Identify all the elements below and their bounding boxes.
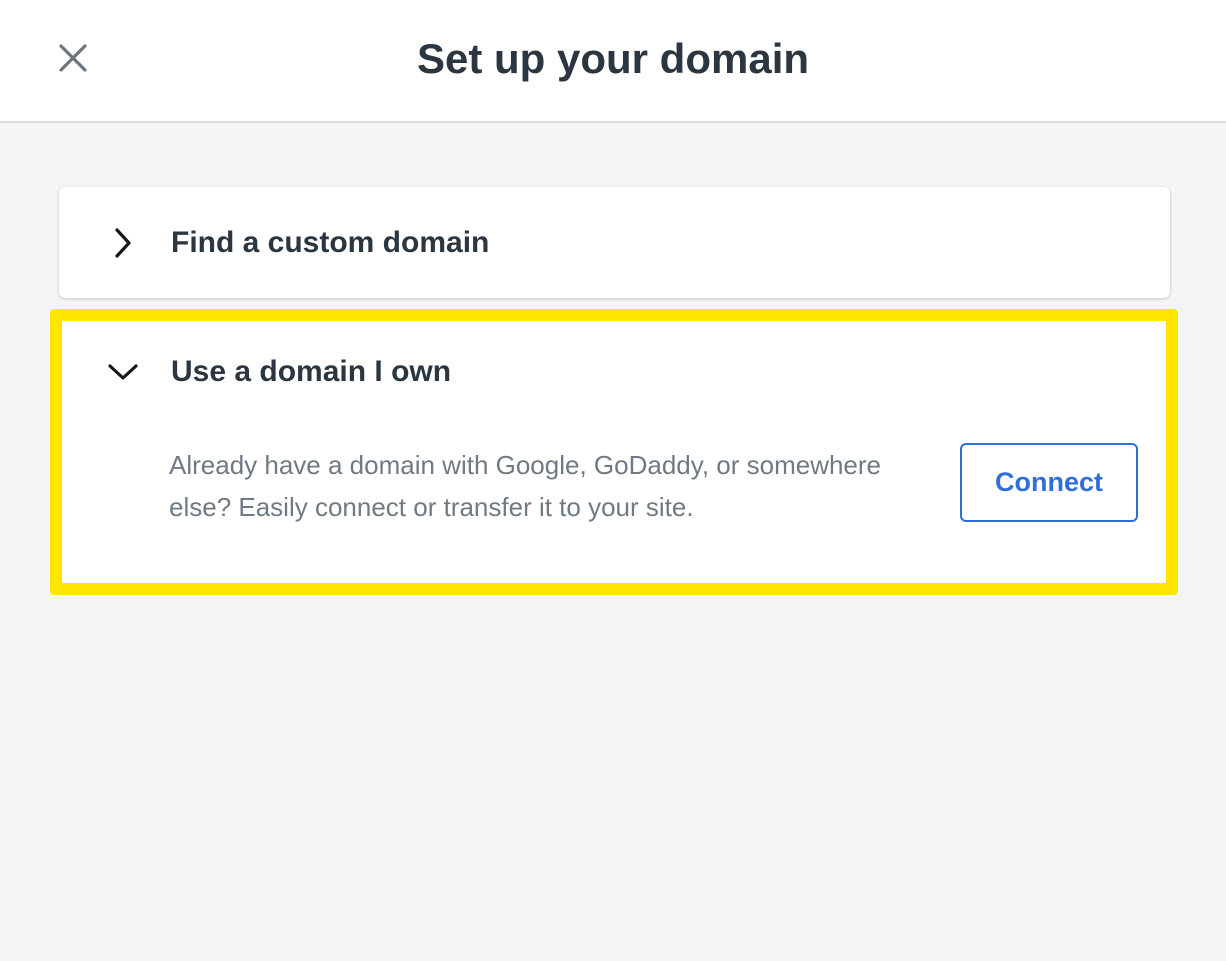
accordion-header-find-custom-domain[interactable]: Find a custom domain — [59, 187, 1170, 298]
page-title: Set up your domain — [416, 35, 810, 82]
connect-button[interactable]: Connect — [960, 443, 1138, 522]
accordion-header-use-own-domain[interactable]: Use a domain I own — [59, 320, 1170, 424]
modal-header: Set up your domain — [0, 0, 1226, 123]
accordion-item-use-own-domain: Use a domain I own Already have a domain… — [59, 320, 1170, 582]
accordion-title: Use a domain I own — [171, 355, 452, 388]
chevron-down-icon — [103, 352, 143, 392]
accordion-title: Find a custom domain — [171, 226, 490, 259]
accordion-item-find-custom-domain: Find a custom domain — [59, 187, 1170, 298]
accordion-description: Already have a domain with Google, GoDad… — [169, 450, 882, 522]
chevron-right-icon — [103, 223, 143, 263]
